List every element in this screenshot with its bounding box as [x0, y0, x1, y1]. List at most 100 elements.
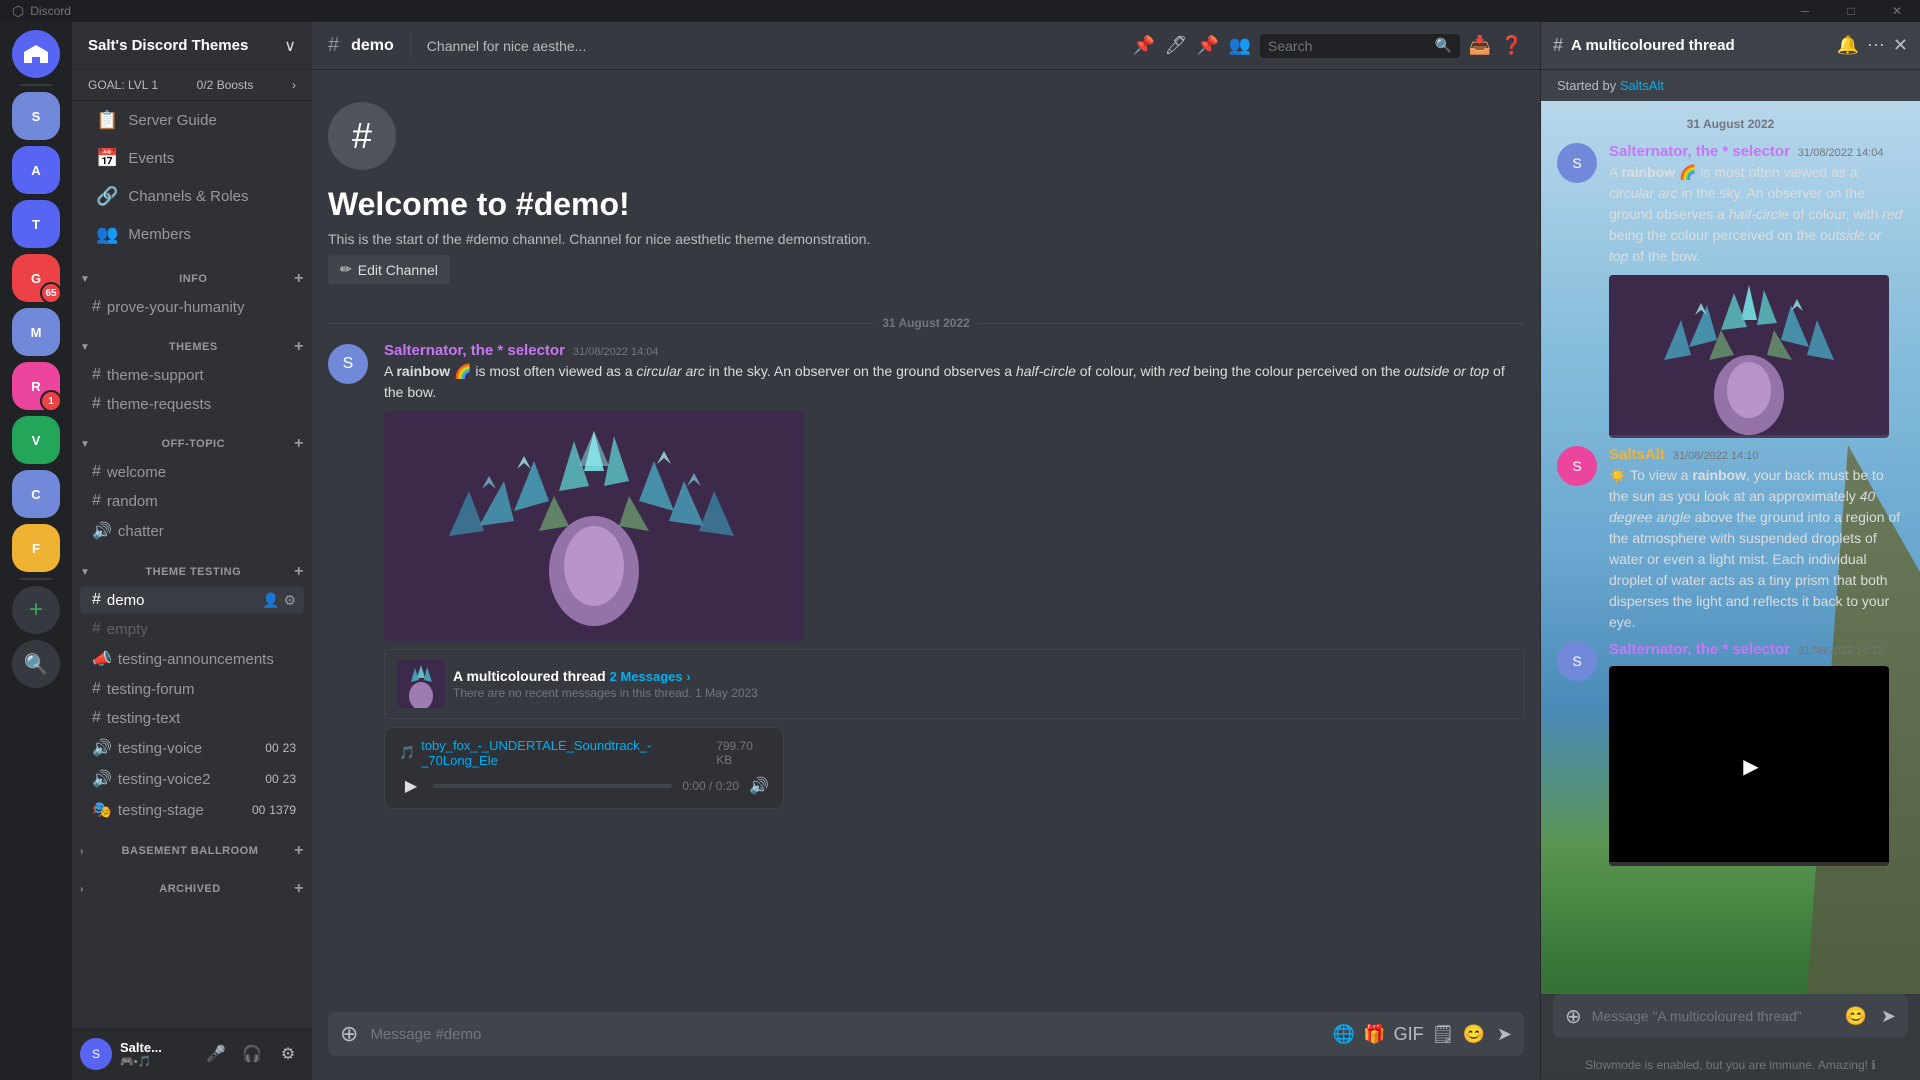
- category-info-add-icon[interactable]: +: [294, 270, 304, 288]
- announcements-channel-icon: 📣: [92, 649, 112, 669]
- thread-more-button[interactable]: ⋯: [1867, 35, 1885, 56]
- thread-send-button[interactable]: ➤: [1881, 1006, 1896, 1027]
- thread-bell-button[interactable]: 🔔: [1836, 35, 1858, 56]
- channel-welcome[interactable]: # welcome: [80, 458, 304, 486]
- thread-crystal-image[interactable]: [1609, 275, 1889, 438]
- category-archived-add-icon[interactable]: +: [294, 880, 304, 898]
- category-basement-add-icon[interactable]: +: [294, 842, 304, 860]
- explore-servers-button[interactable]: 🔍: [12, 640, 60, 688]
- nav-item-channels-roles[interactable]: 🔗 Channels & Roles: [80, 178, 304, 215]
- channel-testing-announcements[interactable]: 📣 testing-announcements: [80, 644, 304, 674]
- text-channel-icon: #: [92, 591, 101, 609]
- message-avatar: S: [328, 344, 368, 384]
- server-icon-5[interactable]: M: [12, 308, 60, 356]
- channel-chatter[interactable]: 🔊 chatter: [80, 516, 304, 546]
- server-icon-2[interactable]: A: [12, 146, 60, 194]
- channel-name-theme-support: theme-support: [107, 367, 296, 384]
- category-themes-add-icon[interactable]: +: [294, 338, 304, 356]
- voice-badge-2: 23: [283, 741, 296, 755]
- nav-item-server-guide[interactable]: 📋 Server Guide: [80, 102, 304, 139]
- thread-message-author-3[interactable]: Salternator, the * selector: [1609, 641, 1790, 658]
- boost-bar[interactable]: GOAL: LVL 1 0/2 Boosts ›: [72, 70, 312, 101]
- channel-testing-forum[interactable]: # testing-forum: [80, 675, 304, 703]
- nav-item-members[interactable]: 👥 Members: [80, 216, 304, 253]
- add-members-button[interactable]: 👥: [1228, 34, 1252, 58]
- help-button[interactable]: ❓: [1500, 34, 1524, 58]
- category-off-topic-collapse-icon: ▼: [80, 439, 90, 450]
- audio-progress-bar[interactable]: [433, 784, 672, 788]
- thread-message-author-2[interactable]: SaltsAlt: [1609, 446, 1665, 463]
- thread-preview[interactable]: A multicoloured thread 2 Messages › Ther…: [384, 649, 1524, 719]
- maximize-button[interactable]: □: [1828, 0, 1874, 22]
- thread-messages-link[interactable]: 2 Messages ›: [610, 669, 691, 684]
- thread-emoji-button[interactable]: 😊: [1844, 1006, 1866, 1027]
- server-icon-9[interactable]: F: [12, 524, 60, 572]
- channel-name-prove-your-humanity: prove-your-humanity: [107, 299, 296, 316]
- channel-settings-person-icon[interactable]: 👤: [262, 592, 279, 609]
- attach-button[interactable]: ⊕: [340, 1021, 358, 1047]
- thread-video[interactable]: ▶: [1609, 666, 1889, 866]
- server-icon-7[interactable]: V: [12, 416, 60, 464]
- thread-message-input[interactable]: [1592, 1008, 1835, 1024]
- category-themes[interactable]: ▼ THEMES +: [72, 322, 312, 360]
- category-basement-ballroom[interactable]: › BASEMENT BALLROOM +: [72, 826, 312, 864]
- server-header[interactable]: Salt's Discord Themes ∨: [72, 22, 312, 70]
- channel-settings-gear-icon[interactable]: ⚙: [283, 592, 296, 609]
- server-icon-6[interactable]: R: [12, 362, 60, 410]
- microphone-button[interactable]: 🎤: [200, 1038, 232, 1070]
- channel-testing-text[interactable]: # testing-text: [80, 704, 304, 732]
- channel-prove-your-humanity[interactable]: # prove-your-humanity: [80, 293, 304, 321]
- add-server-button[interactable]: +: [12, 586, 60, 634]
- translate-button[interactable]: 🌐: [1333, 1024, 1355, 1045]
- thread-messages-area: 31 August 2022 S Salternator, the * sele…: [1541, 101, 1920, 994]
- send-button[interactable]: ➤: [1497, 1024, 1512, 1045]
- thread-close-button[interactable]: ✕: [1893, 35, 1908, 56]
- thread-video-play-button[interactable]: ▶: [1725, 742, 1773, 790]
- thread-message-author[interactable]: Salternator, the * selector: [1609, 143, 1790, 160]
- thread-starter-link[interactable]: SaltsAlt: [1620, 78, 1664, 93]
- server-icon-8[interactable]: C: [12, 470, 60, 518]
- volume-button[interactable]: 🔊: [749, 776, 769, 796]
- message-image[interactable]: [384, 411, 804, 641]
- play-button[interactable]: ▶: [399, 774, 423, 798]
- close-button[interactable]: ✕: [1874, 0, 1920, 22]
- category-off-topic[interactable]: ▼ OFF-TOPIC +: [72, 419, 312, 457]
- message-author[interactable]: Salternator, the * selector: [384, 342, 565, 359]
- category-theme-testing-add-icon[interactable]: +: [294, 563, 304, 581]
- category-info[interactable]: ▼ INFO +: [72, 254, 312, 292]
- channel-random[interactable]: # random: [80, 487, 304, 515]
- nav-item-events[interactable]: 📅 Events: [80, 140, 304, 177]
- thread-icon-button[interactable]: 📌: [1132, 34, 1156, 58]
- home-server-icon[interactable]: [12, 30, 60, 78]
- channel-testing-voice2[interactable]: 🔊 testing-voice2 00 23: [80, 764, 304, 794]
- gift-button[interactable]: 🎁: [1363, 1024, 1385, 1045]
- thread-date-divider: 31 August 2022: [1541, 109, 1920, 139]
- category-off-topic-add-icon[interactable]: +: [294, 435, 304, 453]
- channel-testing-stage[interactable]: 🎭 testing-stage 00 1379: [80, 795, 304, 825]
- settings-button[interactable]: ⚙: [272, 1038, 304, 1070]
- headset-button[interactable]: 🎧: [236, 1038, 268, 1070]
- channel-demo[interactable]: # demo 👤 ⚙: [80, 586, 304, 614]
- sticker-button[interactable]: 🗒: [1432, 1024, 1455, 1045]
- stage-badge-2: 1379: [269, 803, 296, 817]
- gif-button[interactable]: GIF: [1394, 1024, 1424, 1045]
- channel-empty[interactable]: # empty: [80, 615, 304, 643]
- server-icon-1[interactable]: S: [12, 92, 60, 140]
- boost-chevron-icon: ›: [292, 78, 296, 92]
- message-input[interactable]: [370, 1026, 1320, 1043]
- channel-theme-requests[interactable]: # theme-requests: [80, 390, 304, 418]
- channel-theme-support[interactable]: # theme-support: [80, 361, 304, 389]
- emoji-button[interactable]: 😊: [1462, 1024, 1484, 1045]
- minimize-button[interactable]: ─: [1782, 0, 1828, 22]
- channel-testing-voice[interactable]: 🔊 testing-voice 00 23: [80, 733, 304, 763]
- edit-channel-button[interactable]: ✏ Edit Channel: [328, 255, 450, 284]
- members-list-button[interactable]: 📌: [1196, 34, 1220, 58]
- category-archived[interactable]: › ARCHIVED +: [72, 864, 312, 902]
- category-theme-testing[interactable]: ▼ THEME TESTING +: [72, 547, 312, 585]
- server-icon-3[interactable]: T: [12, 200, 60, 248]
- thread-attach-button[interactable]: ⊕: [1565, 1004, 1582, 1029]
- search-bar[interactable]: Search 🔍: [1260, 34, 1460, 58]
- inbox-button[interactable]: 📥: [1468, 34, 1492, 58]
- pins-icon-button[interactable]: 🖊: [1164, 34, 1188, 58]
- server-icon-4[interactable]: G: [12, 254, 60, 302]
